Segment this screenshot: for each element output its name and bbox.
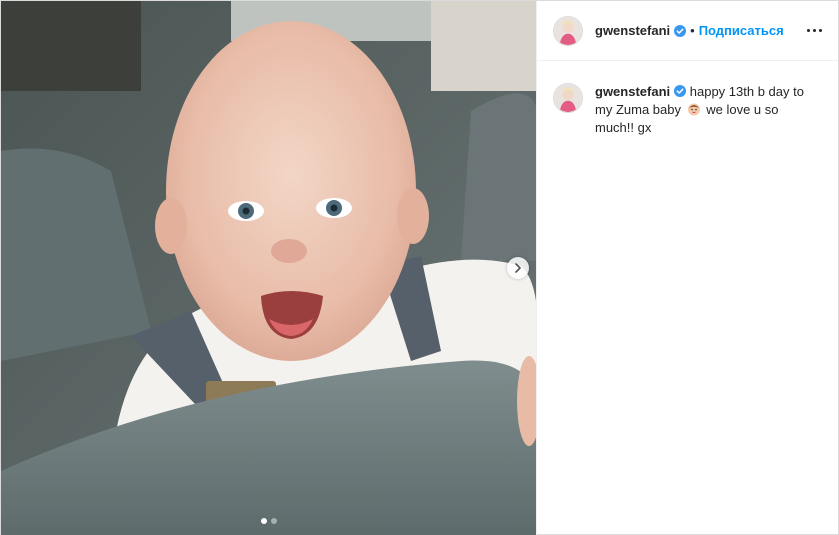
carousel-indicator — [1, 518, 536, 524]
baby-face-emoji-icon — [687, 103, 700, 116]
caption-text: gwenstefani happy 13th b day to my Zuma … — [595, 83, 820, 137]
chevron-right-icon — [515, 263, 521, 273]
avatar-image — [554, 84, 582, 112]
carousel-dot-2 — [270, 518, 277, 524]
post-header: gwenstefani • Подписаться — [537, 1, 838, 61]
post-media[interactable] — [1, 1, 536, 535]
more-dot — [818, 29, 822, 32]
verified-badge-icon — [674, 24, 687, 37]
more-dot — [812, 29, 816, 32]
post-side-panel: gwenstefani • Подписаться gwenstefani ha… — [536, 1, 838, 535]
post-photo — [1, 1, 536, 535]
more-options-icon[interactable] — [804, 21, 824, 41]
author-avatar[interactable] — [553, 15, 583, 46]
more-dot — [806, 29, 810, 32]
header-separator: • — [690, 23, 695, 38]
author-username[interactable]: gwenstefani — [595, 23, 670, 38]
caption-username[interactable]: gwenstefani — [595, 84, 670, 99]
caption-author-avatar[interactable] — [553, 83, 583, 113]
post-container: gwenstefani • Подписаться gwenstefani ha… — [0, 0, 839, 535]
follow-button[interactable]: Подписаться — [699, 23, 784, 38]
post-caption: gwenstefani happy 13th b day to my Zuma … — [537, 61, 838, 137]
verified-badge-icon — [674, 85, 687, 97]
avatar-image — [554, 16, 582, 45]
carousel-next-button[interactable] — [507, 257, 529, 279]
carousel-dot-1 — [260, 518, 267, 524]
